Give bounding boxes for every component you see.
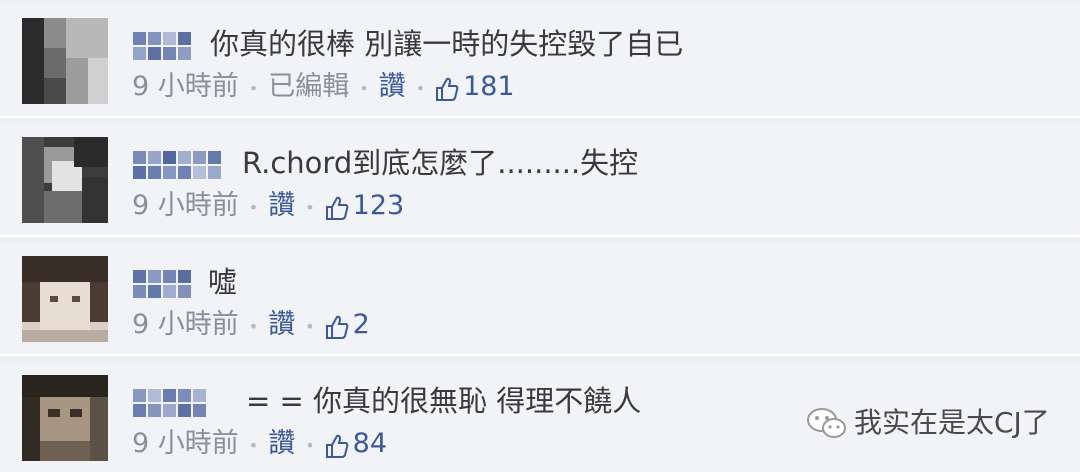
comment-item: 噓 9 小時前 • 讚 • 2 [0, 242, 1080, 356]
author-name-redacted[interactable] [133, 270, 191, 298]
author-name-redacted[interactable] [133, 389, 206, 417]
like-button[interactable]: 讚 [268, 427, 295, 461]
avatar[interactable] [22, 18, 108, 104]
separator: • [248, 79, 259, 98]
timestamp[interactable]: 9 小時前 [132, 427, 239, 461]
separator: • [415, 79, 426, 98]
avatar[interactable] [22, 256, 108, 342]
like-count[interactable]: 181 [463, 70, 515, 104]
comment-meta: 9 小時前 • 已編輯 • 讚 • 181 [132, 70, 515, 104]
separator: • [305, 436, 315, 455]
comment-text: = = 你真的很無恥 得理不饒人 [246, 384, 642, 418]
thumbs-up-icon[interactable] [325, 433, 349, 459]
watermark-text: 我实在是太CJ了 [854, 406, 1050, 439]
comment-text: 你真的很棒 別讓一時的失控毀了自已 [210, 27, 684, 61]
separator: • [248, 317, 259, 336]
comment-item: R.chord到底怎麼了.........失控 9 小時前 • 讚 • 123 [0, 123, 1080, 237]
watermark: 我实在是太CJ了 [806, 405, 1050, 441]
comment-text: 噓 [208, 265, 238, 299]
comment-meta: 9 小時前 • 讚 • 84 [132, 427, 387, 461]
wechat-icon [807, 408, 846, 438]
timestamp[interactable]: 9 小時前 [132, 189, 239, 223]
like-button[interactable]: 讚 [379, 70, 406, 104]
author-name-redacted[interactable] [133, 151, 221, 179]
timestamp[interactable]: 9 小時前 [132, 70, 239, 104]
timestamp[interactable]: 9 小時前 [132, 308, 239, 342]
like-count[interactable]: 2 [353, 308, 370, 342]
thumbs-up-icon[interactable] [325, 195, 349, 221]
separator: • [305, 317, 315, 336]
thumbs-up-icon[interactable] [325, 314, 349, 340]
like-count[interactable]: 123 [353, 189, 405, 223]
avatar[interactable] [22, 137, 108, 223]
avatar[interactable] [22, 375, 108, 461]
edited-label[interactable]: 已編輯 [268, 70, 349, 104]
thumbs-up-icon[interactable] [435, 76, 459, 102]
separator: • [248, 198, 259, 217]
like-button[interactable]: 讚 [268, 189, 295, 223]
comment-item: 你真的很棒 別讓一時的失控毀了自已 9 小時前 • 已編輯 • 讚 • 181 [0, 4, 1080, 118]
like-count[interactable]: 84 [353, 427, 387, 461]
comment-meta: 9 小時前 • 讚 • 123 [132, 189, 404, 223]
separator: • [248, 436, 259, 455]
author-name-redacted[interactable] [133, 32, 191, 60]
comment-list: 你真的很棒 別讓一時的失控毀了自已 9 小時前 • 已編輯 • 讚 • 181 [0, 0, 1080, 472]
comment-text: R.chord到底怎麼了.........失控 [242, 146, 639, 180]
separator: • [305, 198, 315, 217]
like-button[interactable]: 讚 [268, 308, 295, 342]
separator: • [359, 79, 369, 98]
comment-meta: 9 小時前 • 讚 • 2 [132, 308, 370, 342]
